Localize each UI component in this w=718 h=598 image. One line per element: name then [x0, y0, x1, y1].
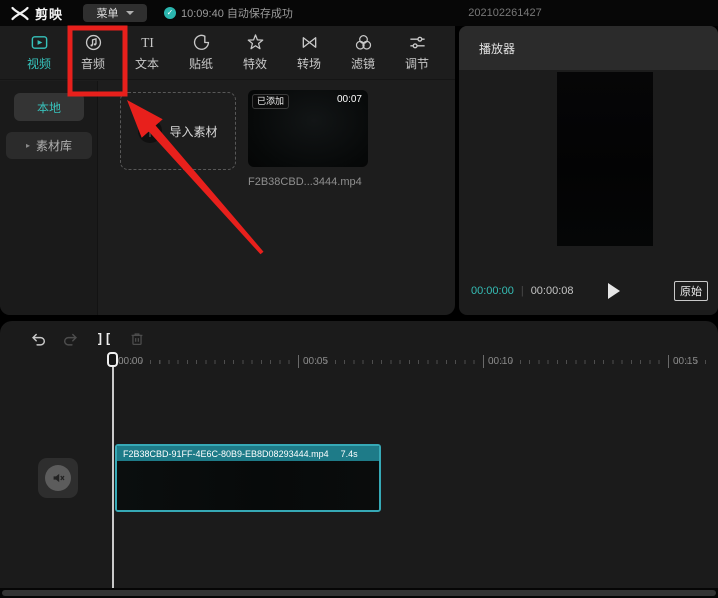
time-separator: | — [520, 285, 524, 297]
app-logo: 剪映 — [10, 4, 63, 23]
import-material-label: 导入素材 — [169, 124, 218, 139]
svg-text:TI: TI — [141, 35, 154, 50]
timeline-toolbar: ][ — [28, 326, 147, 352]
track-mute-button[interactable] — [38, 458, 78, 498]
text-icon: TI — [141, 35, 154, 50]
filter-icon — [355, 35, 371, 50]
project-name: 202102261427 — [468, 7, 542, 19]
player-header: 播放器 — [459, 26, 718, 70]
sidebar-local-label: 本地 — [36, 100, 61, 115]
playhead-handle[interactable] — [107, 352, 118, 367]
audio-icon — [85, 34, 101, 51]
media-card: 已添加 00:07 F2B38CBD...3444.mp4 — [248, 90, 368, 188]
tab-filter-label: 滤镜 — [350, 57, 375, 71]
ruler-ticks — [113, 360, 712, 364]
redo-icon — [63, 333, 77, 346]
expand-arrow-icon: ▸ — [25, 141, 30, 150]
media-panel: 视频 音频 TI 文本 贴纸 特效 转场 滤镜 调节 本地 ▸ 素材库 导入素材… — [0, 26, 455, 315]
playhead-line — [112, 355, 114, 588]
current-time: 00:00:00 — [471, 285, 514, 297]
video-icon — [31, 36, 47, 49]
tab-transition[interactable]: 转场 — [286, 26, 332, 79]
clip-duration: 7.4s — [340, 448, 358, 459]
ruler-label-3: 00:15 — [668, 355, 698, 368]
media-thumbnail[interactable]: 已添加 00:07 — [248, 90, 368, 167]
transition-icon — [302, 37, 316, 48]
tab-adjust[interactable]: 调节 — [394, 26, 440, 79]
tab-video[interactable]: 视频 — [16, 26, 62, 79]
horizontal-scrollbar-track — [0, 588, 718, 598]
split-button[interactable]: ][ — [94, 328, 114, 350]
ruler-label-1: 00:05 — [298, 355, 328, 368]
trash-icon — [131, 333, 143, 346]
tab-sticker[interactable]: 贴纸 — [178, 26, 224, 79]
undo-button[interactable] — [28, 328, 48, 350]
tab-filter[interactable]: 滤镜 — [340, 26, 386, 79]
tab-transition-label: 转场 — [296, 57, 321, 71]
tab-video-label: 视频 — [26, 57, 51, 71]
app-name: 剪映 — [35, 6, 64, 22]
app-logo-icon — [10, 6, 30, 21]
tab-adjust-label: 调节 — [404, 57, 429, 71]
clip-filename: F2B38CBD-91FF-4E6C-80B9-EB8D08293444.mp4 — [123, 448, 329, 459]
video-preview — [557, 72, 653, 246]
mute-speaker-icon — [45, 465, 71, 491]
tab-effects[interactable]: 特效 — [232, 26, 278, 79]
redo-button[interactable] — [61, 328, 81, 350]
tab-audio-label: 音频 — [80, 57, 105, 71]
play-button[interactable] — [608, 283, 620, 299]
tab-audio[interactable]: 音频 — [70, 26, 116, 79]
horizontal-scrollbar[interactable] — [2, 590, 716, 596]
delete-button[interactable] — [127, 328, 147, 350]
chevron-down-icon — [125, 11, 134, 15]
media-sidebar: 本地 ▸ 素材库 — [0, 81, 98, 315]
media-duration: 00:07 — [336, 94, 362, 105]
autosave-status-text: 10:09:40 自动保存成功 — [181, 8, 293, 20]
autosave-status: ✓ 10:09:40 自动保存成功 — [164, 5, 293, 21]
undo-icon — [32, 333, 46, 346]
sidebar-library-label: 素材库 — [36, 139, 73, 153]
clip-filmstrip — [117, 461, 379, 510]
clip-header: F2B38CBD-91FF-4E6C-80B9-EB8D08293444.mp4… — [117, 446, 379, 461]
adjust-icon — [409, 36, 425, 49]
tab-sticker-label: 贴纸 — [188, 57, 213, 71]
tab-text-label: 文本 — [134, 57, 159, 71]
sticker-icon — [193, 34, 209, 50]
plus-icon — [138, 119, 163, 143]
sidebar-item-local[interactable]: 本地 — [14, 93, 84, 121]
player-controls: 00:00:00 | 00:00:08 原始 — [471, 281, 708, 301]
menu-button[interactable]: 菜单 — [83, 4, 148, 22]
effects-icon — [247, 34, 263, 50]
menu-button-label: 菜单 — [96, 8, 119, 20]
added-badge: 已添加 — [252, 94, 290, 109]
timeline-panel: ][ 00:00 00:05 00:10 00:15 F2B38CBD-91FF… — [0, 321, 718, 598]
timeline-clip[interactable]: F2B38CBD-91FF-4E6C-80B9-EB8D08293444.mp4… — [115, 444, 381, 512]
player-panel: 播放器 00:00:00 | 00:00:08 原始 — [459, 26, 718, 315]
ruler-label-2: 00:10 — [483, 355, 513, 368]
tab-effects-label: 特效 — [242, 57, 267, 71]
player-title: 播放器 — [479, 41, 516, 56]
sidebar-item-library[interactable]: ▸ 素材库 — [6, 132, 92, 159]
original-quality-button[interactable]: 原始 — [674, 281, 708, 301]
tab-text[interactable]: TI 文本 — [124, 26, 170, 79]
check-icon: ✓ — [164, 7, 177, 19]
media-filename: F2B38CBD...3444.mp4 — [248, 176, 362, 188]
top-bar: 剪映 菜单 ✓ 10:09:40 自动保存成功 202102261427 — [0, 0, 718, 26]
split-icon: ][ — [96, 331, 112, 347]
total-time: 00:00:08 — [530, 285, 574, 297]
import-material-button[interactable]: 导入素材 — [120, 92, 236, 170]
media-content: 导入素材 已添加 00:07 F2B38CBD...3444.mp4 — [99, 81, 455, 315]
toolbar-tabs: 视频 音频 TI 文本 贴纸 特效 转场 滤镜 调节 — [0, 26, 455, 80]
